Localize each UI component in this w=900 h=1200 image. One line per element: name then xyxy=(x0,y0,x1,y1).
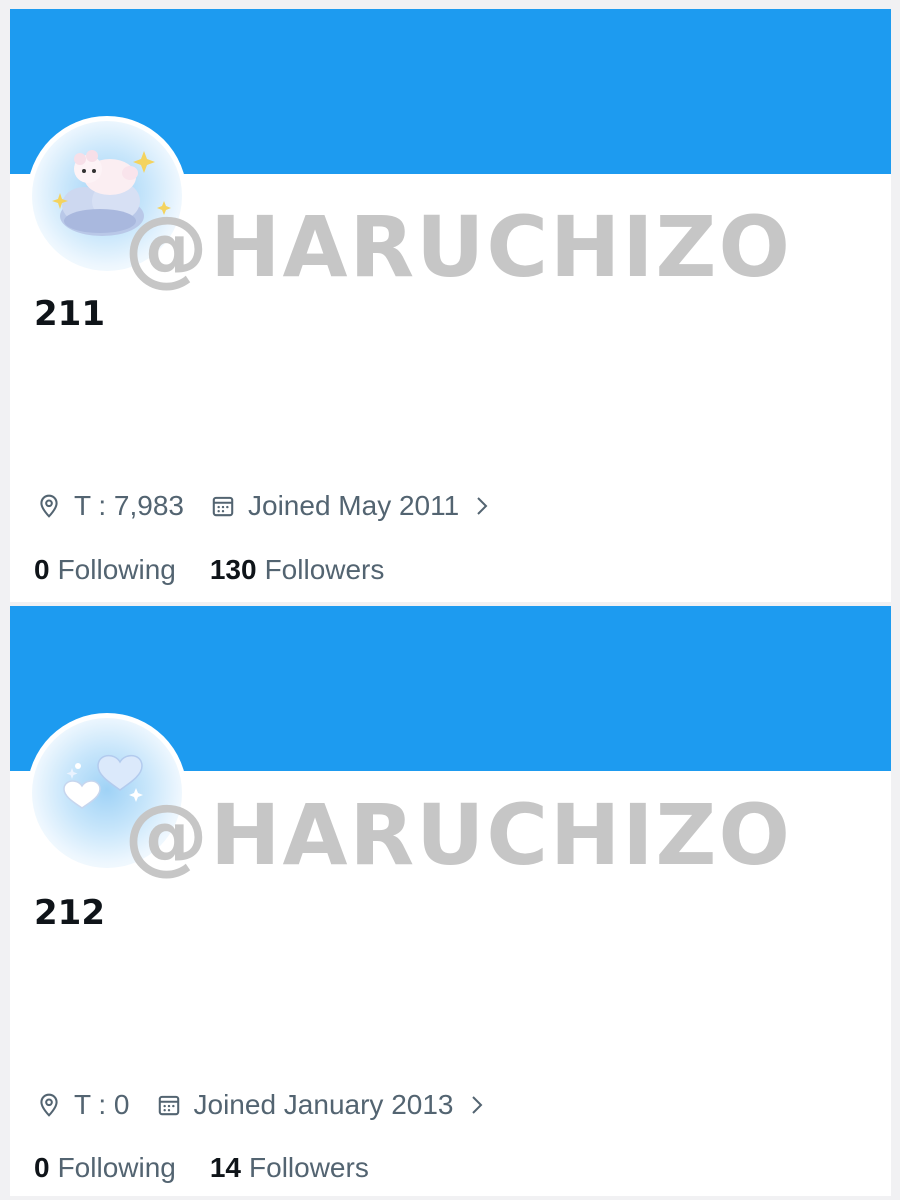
following-label: Following xyxy=(57,1152,176,1183)
following-link[interactable]: 0 Following xyxy=(34,554,176,586)
profile-card: @HARUCHIZO 211 T : 7,983 Joined May 2011… xyxy=(10,9,891,602)
chevron-right-icon[interactable] xyxy=(473,492,493,520)
calendar-icon xyxy=(154,1090,184,1120)
following-count: 0 xyxy=(34,554,50,585)
followers-link[interactable]: 130 Followers xyxy=(210,554,385,586)
followers-count: 14 xyxy=(209,1152,242,1183)
followers-label: Followers xyxy=(249,1152,369,1183)
followers-label: Followers xyxy=(264,554,385,585)
display-name: 212 xyxy=(34,893,105,933)
display-name: 211 xyxy=(34,294,105,334)
calendar-icon xyxy=(208,491,238,521)
location-text: T : 7,983 xyxy=(74,490,185,521)
follow-stats: 0 Following 14 Followers xyxy=(34,1152,369,1184)
watermark: @HARUCHIZO xyxy=(124,786,792,884)
location-icon xyxy=(34,1090,64,1120)
profile-card: @HARUCHIZO 212 T : 0 Joined January 2013… xyxy=(10,606,891,1196)
followers-count: 130 xyxy=(209,554,257,585)
profile-meta: T : 0 Joined January 2013 xyxy=(34,1089,488,1121)
following-count: 0 xyxy=(34,1152,50,1183)
joined-text: Joined January 2013 xyxy=(193,1089,454,1120)
profile-meta: T : 7,983 Joined May 2011 xyxy=(34,490,493,522)
follow-stats: 0 Following 130 Followers xyxy=(34,554,384,586)
chevron-right-icon[interactable] xyxy=(468,1091,488,1119)
following-label: Following xyxy=(57,554,176,585)
location-icon xyxy=(34,491,64,521)
followers-link[interactable]: 14 Followers xyxy=(210,1152,369,1184)
watermark: @HARUCHIZO xyxy=(124,198,792,296)
joined-text: Joined May 2011 xyxy=(248,490,460,521)
following-link[interactable]: 0 Following xyxy=(34,1152,176,1184)
location-text: T : 0 xyxy=(74,1089,130,1120)
